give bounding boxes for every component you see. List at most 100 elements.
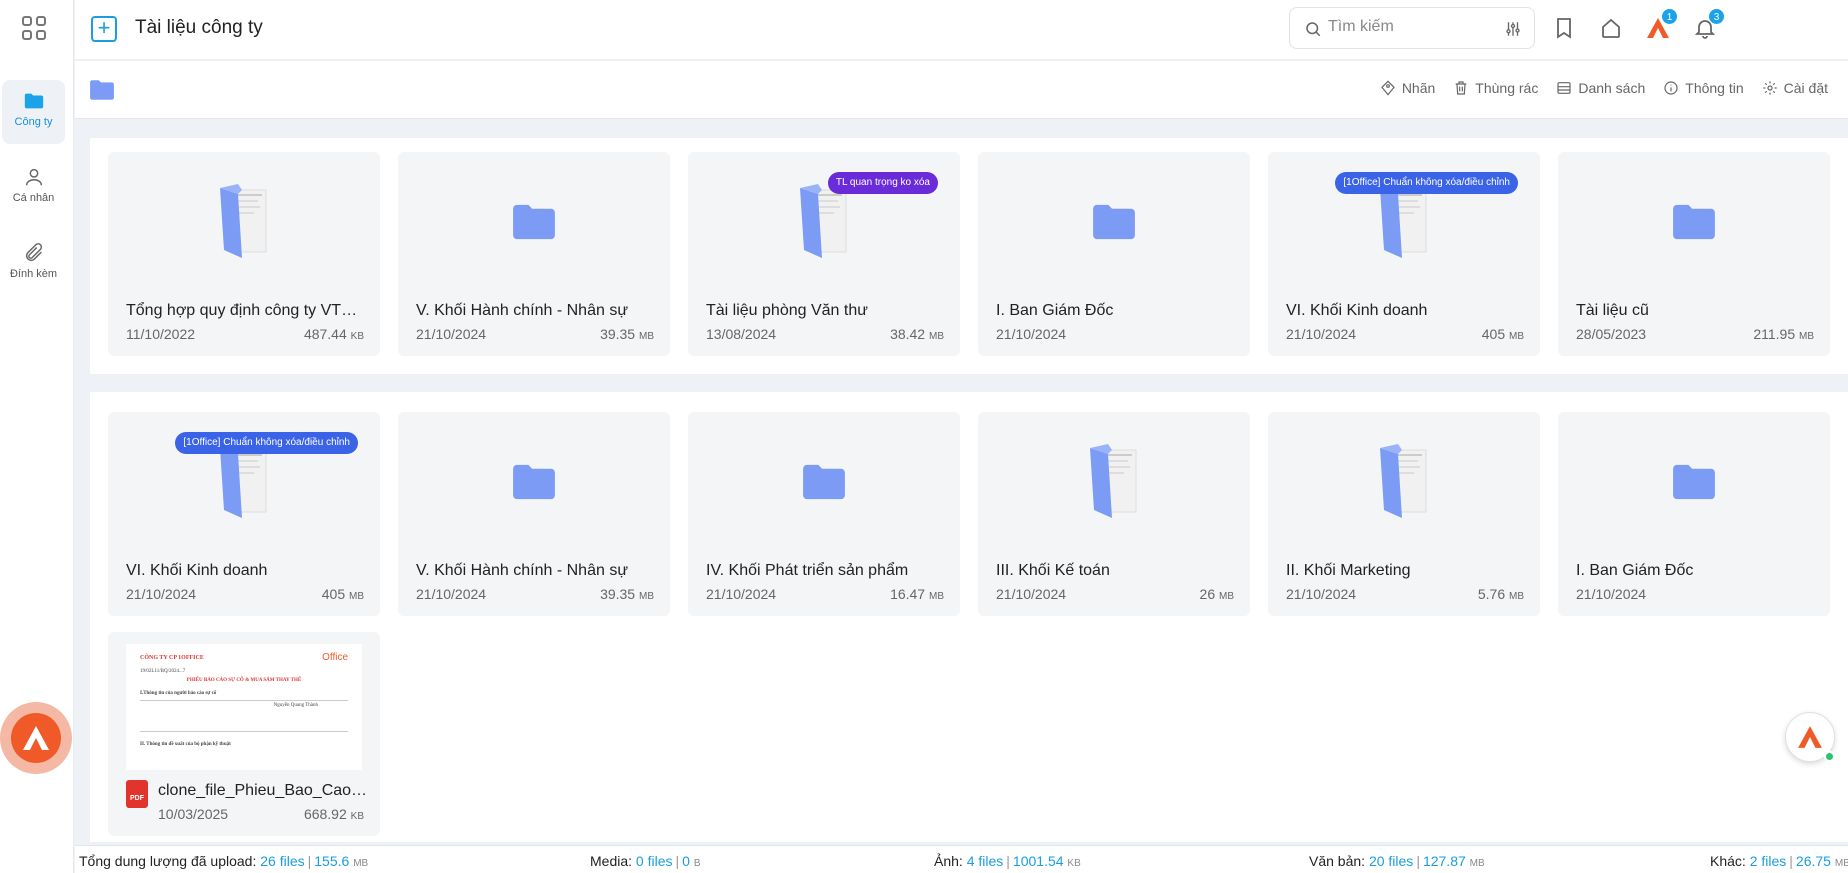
stat-unit: MB	[1469, 858, 1485, 869]
folder-card[interactable]: TL quan trọng ko xóa Tài liệu phòng Văn t…	[688, 152, 960, 356]
info-text: Thông tin	[1685, 80, 1744, 96]
folder-name: VI. Khối Kinh doanh	[126, 562, 268, 579]
folder-date: 21/10/2024	[1286, 586, 1357, 602]
folder-size: 405 MB	[322, 586, 364, 602]
folder-size-unit: MB	[639, 331, 654, 342]
folder-icon	[398, 412, 670, 552]
folder-date: 21/10/2024	[126, 586, 197, 602]
folder-name: II. Khối Marketing	[1286, 562, 1411, 579]
info-button[interactable]: Thông tin	[1663, 80, 1744, 96]
brand-logo-icon	[1798, 726, 1822, 748]
brand-logo-icon	[11, 713, 61, 763]
folder-card[interactable]: Tổng hợp quy định công ty VTC ... 11/10/2…	[108, 152, 380, 356]
folder-card[interactable]: V. Khối Hành chính - Nhân sự 21/10/2024 39…	[398, 152, 670, 356]
stat-size: 1001.54	[1012, 853, 1064, 869]
stat-files: 0 files	[635, 853, 673, 869]
stat-size: 127.87	[1422, 853, 1466, 869]
list-view-button[interactable]: Danh sách	[1556, 80, 1645, 96]
apps-grid-icon[interactable]	[22, 16, 46, 40]
search-icon	[1306, 22, 1321, 37]
pdf-title: PHIẾU BÁO CÁO SỰ CỐ & MUA SẮM THAY THẾ	[186, 678, 302, 683]
folder-card[interactable]: IV. Khối Phát triển sản phẩm 21/10/2024 16…	[688, 412, 960, 616]
folder-date: 13/08/2024	[706, 326, 777, 342]
folder-size-value: 16.47	[890, 586, 926, 602]
folder-name: V. Khối Hành chính - Nhân sự	[416, 302, 629, 319]
folder-tag: [1Office] Chuẩn không xóa/điều chỉnh	[1335, 172, 1518, 194]
folder-card[interactable]: I. Ban Giám Đốc 21/10/2024	[1558, 412, 1830, 616]
folder-icon	[1558, 152, 1830, 292]
sidebar-item-attachments[interactable]: Đính kèm	[2, 232, 65, 296]
folder-name: I. Ban Giám Đốc	[996, 302, 1114, 319]
list-icon	[1557, 82, 1571, 94]
folder-size-value: 405	[1481, 326, 1506, 342]
sidebar: Công ty Cá nhân Đính kèm	[0, 0, 74, 873]
pdf-person: Nguyễn Quang Thành	[273, 703, 318, 708]
sidebar-item-company[interactable]: Công ty	[2, 80, 65, 144]
folder-card[interactable]: V. Khối Hành chính - Nhân sự 21/10/2024 39…	[398, 412, 670, 616]
document-folder-icon	[1268, 412, 1540, 552]
online-status-dot	[1824, 751, 1835, 762]
folder-size: 16.47 MB	[890, 586, 944, 602]
folder-icon	[1558, 412, 1830, 552]
notifications-button[interactable]: 3	[1693, 8, 1725, 40]
add-button[interactable]: +	[91, 16, 117, 42]
folder-name: Tài liệu phòng Văn thư	[706, 302, 868, 319]
folder-card[interactable]: [1Office] Chuẩn không xóa/điều chỉnh VI. …	[1268, 152, 1540, 356]
trash-button[interactable]: Thùng rác	[1453, 80, 1538, 96]
folder-size-value: 211.95	[1753, 326, 1796, 342]
label-button[interactable]: Nhãn	[1380, 80, 1435, 96]
brand-fab-button[interactable]	[0, 702, 72, 774]
folder-date: 21/10/2024	[416, 586, 487, 602]
header: + Tài liệu công ty 1 3	[75, 0, 1848, 60]
file-card[interactable]: CÔNG TY CP 1OFFICE Office 19/02L11/BQ/20…	[108, 632, 380, 836]
search-input[interactable]	[1328, 18, 1488, 36]
folder-size: 211.95 MB	[1753, 326, 1814, 342]
document-folder-icon	[978, 412, 1250, 552]
brand-app-button[interactable]: 1	[1646, 8, 1678, 40]
folder-name: IV. Khối Phát triển sản phẩm	[706, 562, 909, 579]
folder-card[interactable]: Tài liệu cũ 28/05/2023 211.95 MB	[1558, 152, 1830, 356]
user-icon	[25, 168, 42, 186]
info-icon	[1664, 81, 1678, 95]
folder-date: 21/10/2024	[1286, 326, 1357, 342]
stat-label: Văn bản:	[1309, 853, 1366, 869]
folder-size-value: 405	[321, 586, 346, 602]
folder-card[interactable]: [1Office] Chuẩn không xóa/điều chỉnh VI. …	[108, 412, 380, 616]
sidebar-item-label: Công ty	[14, 116, 53, 128]
folder-name: VI. Khối Kinh doanh	[1286, 302, 1428, 319]
stat-documents: Văn bản: 20 files | 127.87 MB	[1309, 853, 1485, 869]
settings-button[interactable]: Cài đặt	[1762, 80, 1828, 96]
folder-size-unit: MB	[1509, 331, 1524, 342]
folder-size-value: 39.35	[600, 326, 636, 342]
folder-tag: TL quan trọng ko xóa	[827, 172, 938, 194]
folder-icon[interactable]	[89, 79, 115, 101]
chat-fab-button[interactable]	[1785, 712, 1835, 762]
folder-date: 21/10/2024	[706, 586, 777, 602]
folder-size-unit: MB	[639, 591, 654, 602]
filter-sliders-icon[interactable]	[1504, 19, 1522, 39]
gear-icon	[1762, 81, 1777, 95]
folder-icon	[24, 93, 43, 109]
folder-name: Tài liệu cũ	[1576, 302, 1649, 319]
sidebar-item-personal[interactable]: Cá nhân	[2, 156, 65, 220]
file-name: clone_file_Phieu_Bao_Cao_S...	[158, 782, 368, 799]
search-box	[1289, 7, 1535, 49]
folder-size: 38.42 MB	[890, 326, 944, 342]
stat-files: 20 files	[1368, 853, 1414, 869]
sidebar-item-label: Cá nhân	[12, 192, 55, 204]
folder-size-value: 487.44	[303, 326, 347, 342]
bookmark-icon[interactable]	[1552, 16, 1576, 40]
pdf-thumbnail: CÔNG TY CP 1OFFICE Office 19/02L11/BQ/20…	[126, 644, 362, 770]
folder-tag: [1Office] Chuẩn không xóa/điều chỉnh	[175, 432, 358, 454]
folder-card[interactable]: I. Ban Giám Đốc 21/10/2024	[978, 152, 1250, 356]
home-icon[interactable]	[1599, 16, 1623, 40]
toolbar: Nhãn Thùng rác Danh sách Thông tin Cài đ…	[75, 61, 1848, 119]
folder-size-unit: MB	[349, 591, 364, 602]
pdf-section1: I.Thông tin của người báo cáo sự cố	[140, 691, 217, 696]
stat-media: Media: 0 files | 0 B	[590, 853, 701, 869]
folder-card[interactable]: III. Khối Kế toán 21/10/2024 26 MB	[978, 412, 1250, 616]
folder-date: 21/10/2024	[416, 326, 487, 342]
folder-card[interactable]: II. Khối Marketing 21/10/2024 5.76 MB	[1268, 412, 1540, 616]
stat-other: Khác: 2 files | 26.75 MB	[1710, 853, 1848, 869]
folder-size: 26 MB	[1200, 586, 1234, 602]
